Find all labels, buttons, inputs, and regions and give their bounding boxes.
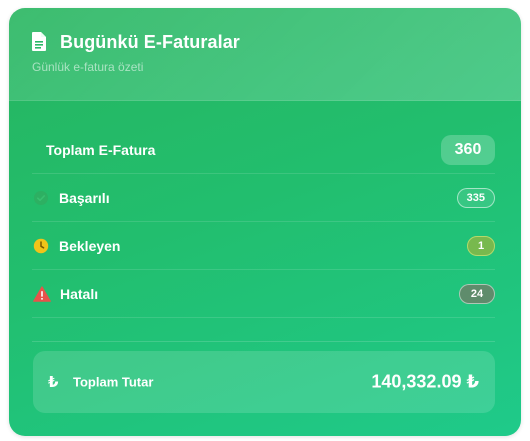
summary-divider: [32, 341, 495, 342]
stat-row-success: Başarılı 335: [32, 174, 495, 222]
success-label: Başarılı: [59, 189, 110, 206]
total-amount-label: Toplam Tutar: [73, 374, 154, 390]
check-circle-icon: [34, 190, 48, 205]
total-invoices-label: Toplam E-Fatura: [46, 141, 156, 158]
efatura-summary-card: Bugünkü E-Faturalar Günlük e-fatura özet…: [9, 8, 521, 436]
card-subtitle: Günlük e-fatura özeti: [32, 60, 144, 74]
error-label: Hatalı: [60, 285, 99, 302]
stat-row-pending: Bekleyen 1: [32, 222, 495, 270]
card-header: Bugünkü E-Faturalar Günlük e-fatura özet…: [9, 8, 521, 101]
stat-row-total: Toplam E-Fatura 360: [32, 126, 495, 174]
pending-label: Bekleyen: [59, 237, 121, 254]
document-icon: [32, 32, 46, 51]
error-count-badge: 24: [459, 283, 495, 304]
total-invoices-badge: 360: [441, 134, 495, 165]
stat-row-error: Hatalı 24: [32, 270, 495, 318]
pending-count-badge: 1: [467, 235, 495, 256]
clock-icon: [33, 238, 49, 253]
warning-triangle-icon: [33, 285, 51, 302]
success-count-badge: 335: [456, 187, 495, 208]
card-title: Bugünkü E-Faturalar: [60, 32, 240, 52]
total-amount-value: 140,332.09 ₺: [371, 371, 479, 392]
total-amount-box: ₺ Toplam Tutar 140,332.09 ₺: [33, 351, 495, 413]
lira-icon: ₺: [48, 374, 59, 391]
